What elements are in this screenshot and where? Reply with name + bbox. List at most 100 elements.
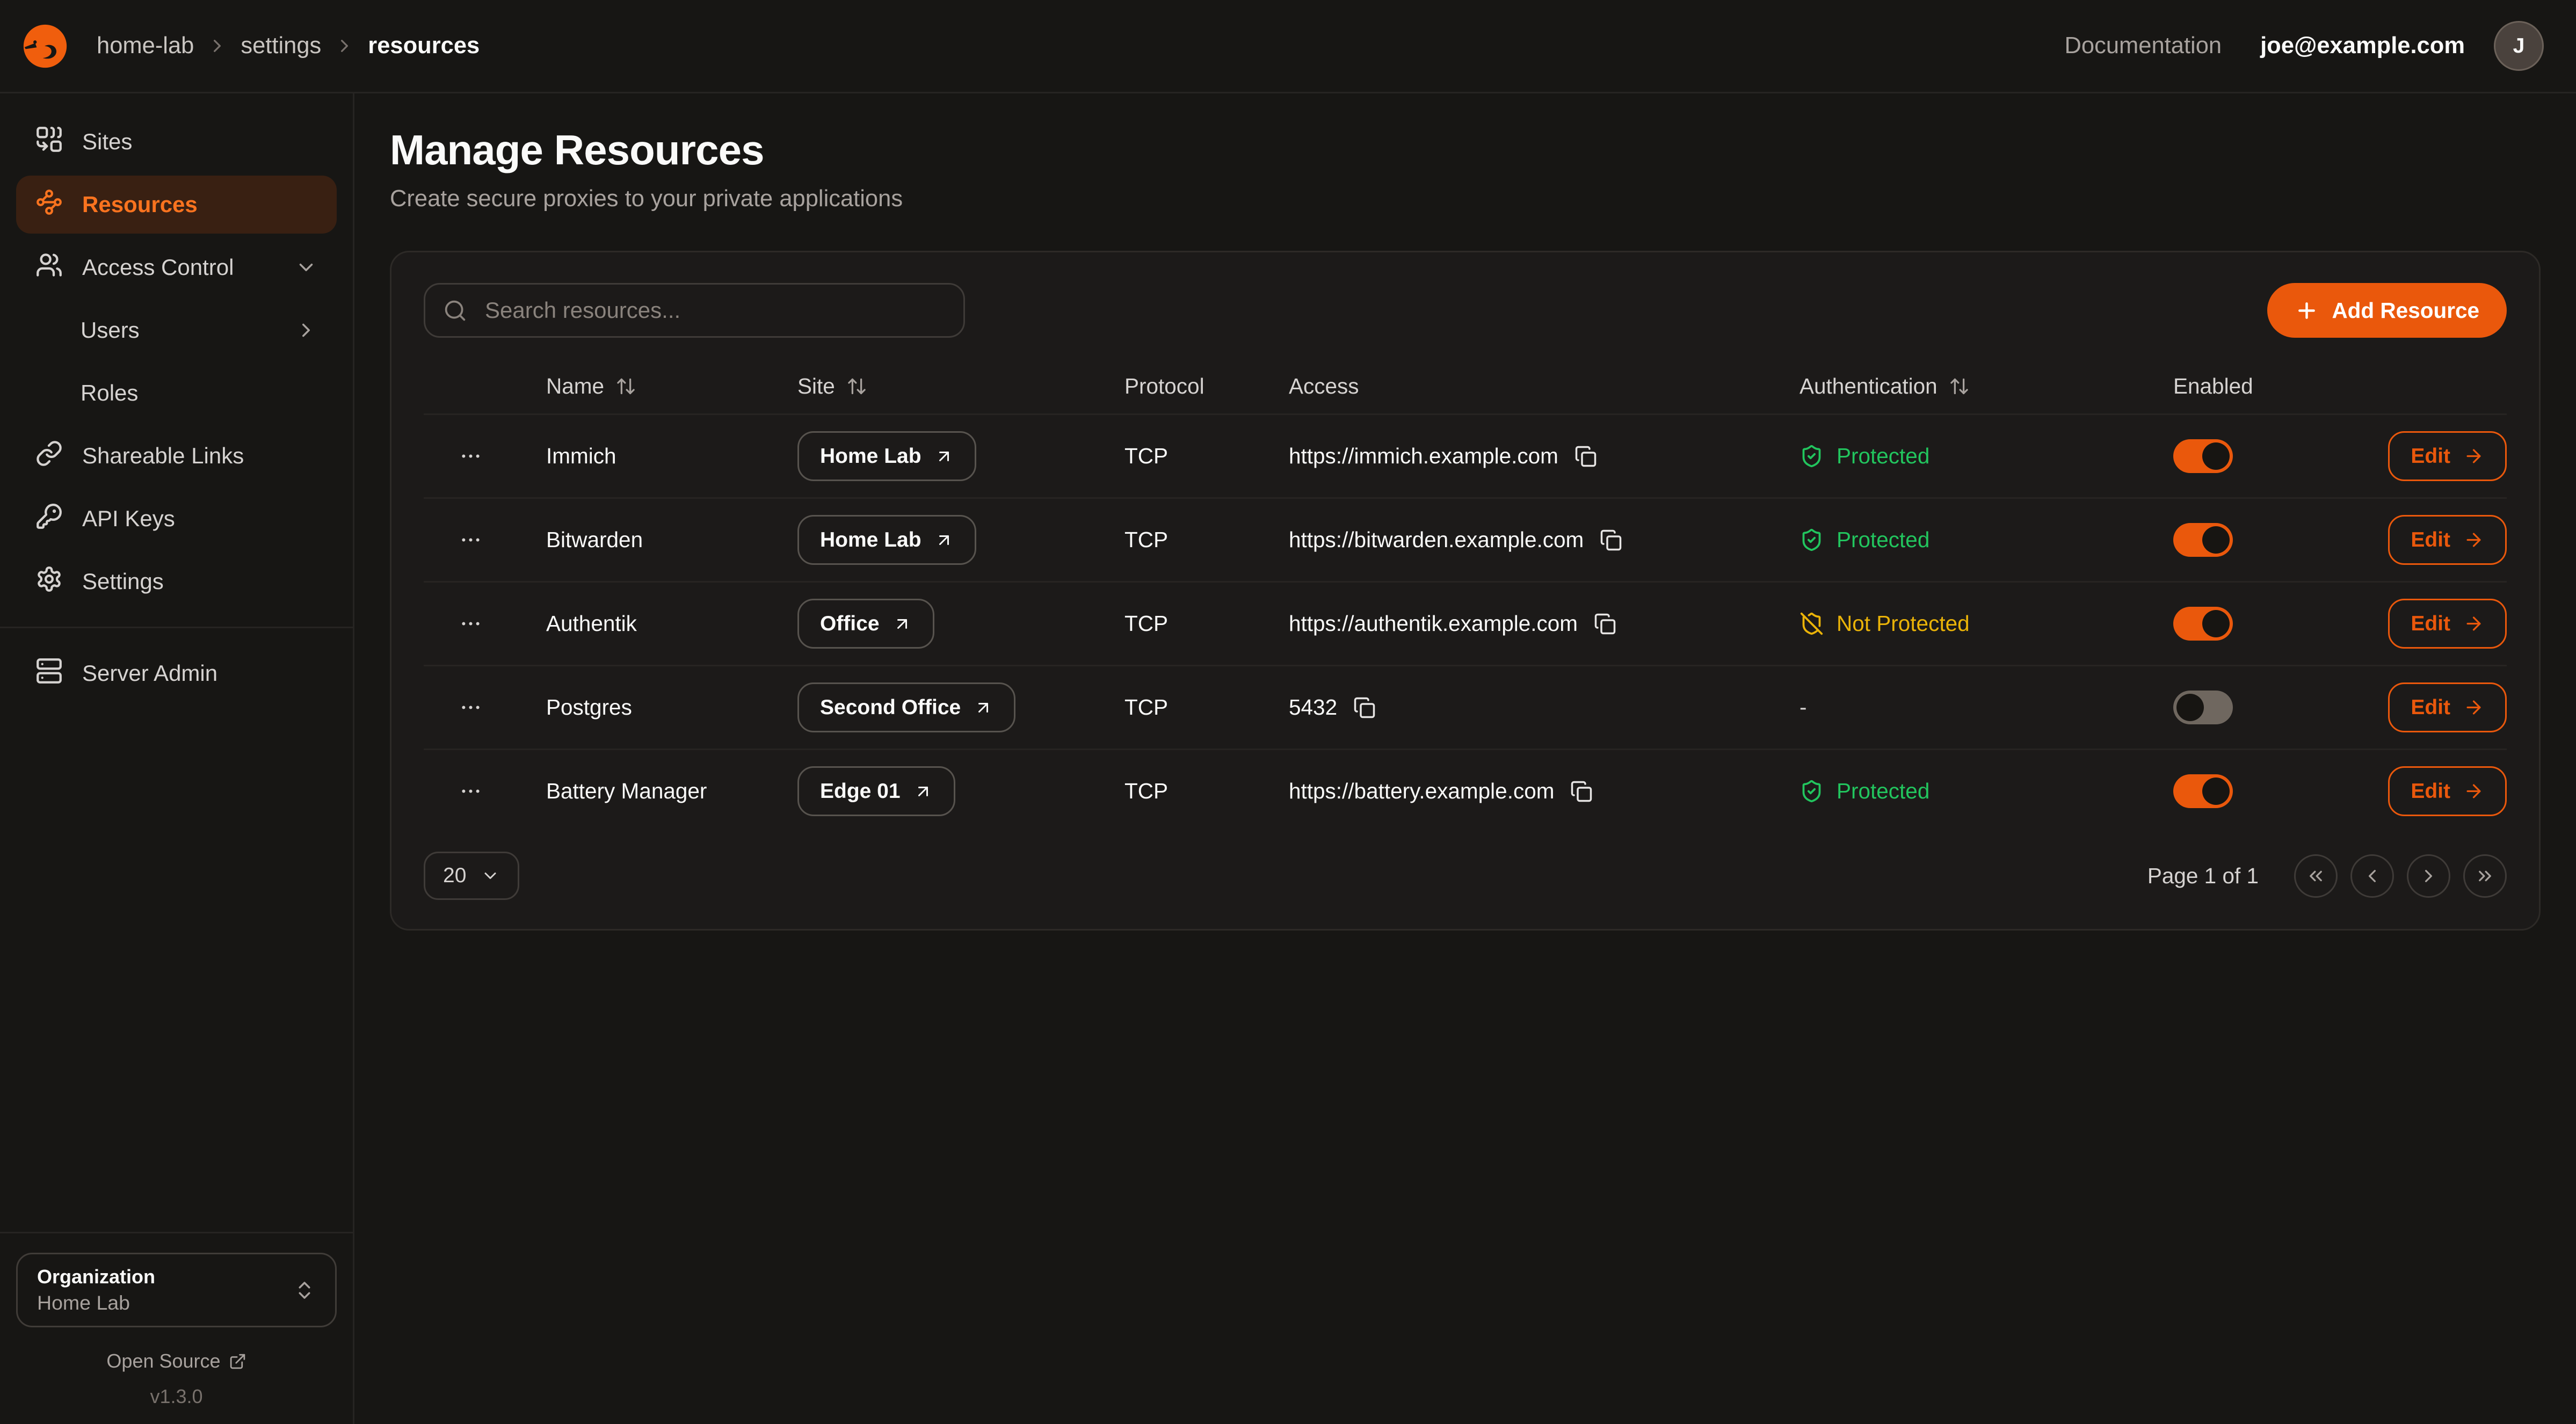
- arrow-right-icon: [2463, 697, 2484, 718]
- edit-button[interactable]: Edit: [2388, 682, 2507, 732]
- access-url: https://authentik.example.com: [1289, 611, 1578, 636]
- site-link-button[interactable]: Edge 01: [797, 766, 955, 816]
- sidebar-item-shareable-links[interactable]: Shareable Links: [16, 427, 337, 485]
- enabled-toggle[interactable]: [2173, 607, 2233, 641]
- site-link-button[interactable]: Home Lab: [797, 431, 976, 481]
- edit-button[interactable]: Edit: [2388, 766, 2507, 816]
- arrow-up-right-icon: [974, 698, 993, 717]
- sidebar-item-label: Access Control: [82, 255, 234, 280]
- site-link-button[interactable]: Office: [797, 599, 934, 649]
- gear-icon: [35, 565, 63, 598]
- row-menu-button[interactable]: [424, 612, 517, 636]
- add-resource-button[interactable]: Add Resource: [2267, 283, 2507, 338]
- sidebar-item-server-admin[interactable]: Server Admin: [16, 644, 337, 702]
- copy-icon[interactable]: [1594, 613, 1616, 635]
- sort-icon[interactable]: [846, 376, 867, 397]
- table-row: Battery Manager Edge 01 TCP https://batt…: [424, 749, 2507, 832]
- enabled-toggle[interactable]: [2173, 523, 2233, 557]
- sidebar-item-settings[interactable]: Settings: [16, 553, 337, 611]
- users-icon: [35, 251, 63, 284]
- arrow-up-right-icon: [913, 782, 933, 801]
- open-source-link[interactable]: Open Source: [16, 1350, 337, 1372]
- access-url: https://immich.example.com: [1289, 444, 1558, 469]
- chevron-right-icon: [295, 319, 317, 342]
- copy-icon[interactable]: [1353, 696, 1376, 719]
- table-row: Authentik Office TCP https://authentik.e…: [424, 581, 2507, 665]
- sidebar-item-api-keys[interactable]: API Keys: [16, 490, 337, 548]
- chevron-down-icon: [481, 866, 500, 885]
- table-row: Postgres Second Office TCP 5432 - Edit: [424, 665, 2507, 749]
- sort-icon[interactable]: [1949, 376, 1970, 397]
- sidebar-item-label: Settings: [82, 569, 164, 594]
- resources-icon: [35, 188, 63, 221]
- site-name: Home Lab: [820, 528, 921, 552]
- row-menu-button[interactable]: [424, 444, 517, 468]
- auth-label: Protected: [1837, 779, 1929, 804]
- user-email[interactable]: joe@example.com: [2260, 33, 2465, 59]
- column-protocol: Protocol: [1124, 374, 1204, 399]
- search-input[interactable]: [482, 296, 946, 325]
- arrow-right-icon: [2463, 613, 2484, 634]
- breadcrumb-settings[interactable]: settings: [241, 33, 321, 59]
- last-page-button[interactable]: [2463, 854, 2507, 898]
- access-url: 5432: [1289, 695, 1337, 720]
- breadcrumb-org[interactable]: home-lab: [97, 33, 194, 59]
- breadcrumb-resources[interactable]: resources: [368, 33, 480, 59]
- auth-badge: Protected: [1799, 527, 2144, 553]
- app-window: home-lab settings resources Documentatio…: [0, 0, 2576, 1424]
- organization-selector[interactable]: Organization Home Lab: [16, 1253, 337, 1327]
- edit-label: Edit: [2411, 528, 2450, 552]
- row-menu-button[interactable]: [424, 528, 517, 552]
- copy-icon[interactable]: [1600, 529, 1622, 551]
- avatar[interactable]: J: [2494, 21, 2544, 71]
- pangolin-logo-icon[interactable]: [16, 17, 74, 75]
- enabled-toggle[interactable]: [2173, 774, 2233, 808]
- edit-label: Edit: [2411, 445, 2450, 468]
- chevrons-up-down-icon: [293, 1279, 316, 1302]
- sidebar-item-label: Shareable Links: [82, 443, 244, 469]
- next-page-button[interactable]: [2407, 854, 2450, 898]
- column-authentication: Authentication: [1799, 374, 1938, 399]
- edit-button[interactable]: Edit: [2388, 431, 2507, 481]
- organization-value: Home Lab: [37, 1291, 155, 1314]
- site-link-button[interactable]: Home Lab: [797, 515, 976, 565]
- protocol: TCP: [1113, 695, 1278, 720]
- arrow-up-right-icon: [934, 531, 954, 550]
- open-source-label: Open Source: [106, 1350, 220, 1372]
- column-name: Name: [546, 374, 604, 399]
- page-size-select[interactable]: 20: [424, 852, 519, 900]
- first-page-button[interactable]: [2294, 854, 2338, 898]
- page-info: Page 1 of 1: [2147, 863, 2259, 889]
- row-menu-button[interactable]: [424, 695, 517, 720]
- enabled-toggle[interactable]: [2173, 691, 2233, 724]
- shield-check-icon: [1799, 779, 1824, 803]
- protocol: TCP: [1113, 779, 1278, 804]
- previous-page-button[interactable]: [2350, 854, 2394, 898]
- sidebar-divider: [0, 627, 353, 628]
- sort-icon[interactable]: [615, 376, 636, 397]
- sidebar-item-users[interactable]: Users: [16, 301, 337, 359]
- auth-badge: Protected: [1799, 444, 2144, 469]
- arrow-up-right-icon: [892, 614, 912, 634]
- sidebar-item-roles[interactable]: Roles: [16, 364, 337, 422]
- auth-badge: Not Protected: [1799, 611, 2144, 636]
- resource-name: Postgres: [517, 695, 797, 720]
- copy-icon[interactable]: [1574, 445, 1597, 468]
- table-row: Immich Home Lab TCP https://immich.examp…: [424, 413, 2507, 497]
- sidebar-item-sites[interactable]: Sites: [16, 113, 337, 171]
- row-menu-button[interactable]: [424, 779, 517, 803]
- documentation-link[interactable]: Documentation: [2065, 33, 2222, 59]
- site-link-button[interactable]: Second Office: [797, 682, 1015, 732]
- chevron-right-icon: [334, 35, 355, 56]
- edit-button[interactable]: Edit: [2388, 515, 2507, 565]
- copy-icon[interactable]: [1570, 780, 1593, 803]
- access-url: https://bitwarden.example.com: [1289, 527, 1584, 553]
- sidebar-item-access-control[interactable]: Access Control: [16, 238, 337, 296]
- site-name: Office: [820, 612, 880, 636]
- add-resource-label: Add Resource: [2332, 298, 2479, 323]
- sidebar-item-resources[interactable]: Resources: [16, 176, 337, 234]
- sidebar-item-label: API Keys: [82, 506, 175, 532]
- edit-button[interactable]: Edit: [2388, 599, 2507, 649]
- table-row: Bitwarden Home Lab TCP https://bitwarden…: [424, 497, 2507, 581]
- enabled-toggle[interactable]: [2173, 439, 2233, 473]
